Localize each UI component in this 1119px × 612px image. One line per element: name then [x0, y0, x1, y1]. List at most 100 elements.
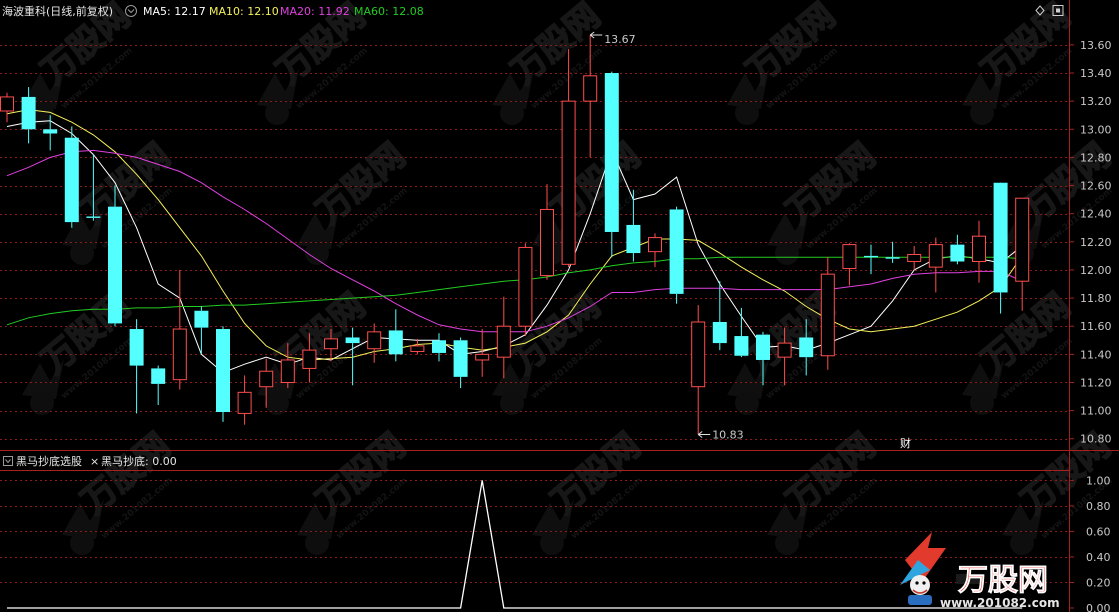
down-candle — [885, 241, 900, 263]
mascot-icon — [900, 532, 946, 605]
candle-body — [972, 235, 986, 263]
candle-body — [367, 331, 382, 350]
up-candle — [518, 243, 533, 337]
candle-body — [194, 310, 209, 328]
candle-body — [129, 329, 144, 366]
indicator-line — [7, 480, 1023, 609]
candle-body — [864, 255, 878, 258]
down-candle — [669, 206, 684, 304]
candle-body — [345, 337, 360, 344]
candle-body — [669, 209, 684, 294]
candle-body — [280, 359, 295, 383]
price-tick-label: 11.20 — [1080, 376, 1112, 389]
candle-body — [475, 353, 490, 361]
indicator-tick-label: 0.20 — [1086, 576, 1111, 589]
candle-body — [561, 100, 576, 265]
watermark-brand-text: 万股网 — [309, 426, 413, 522]
candle-body — [583, 75, 598, 102]
down-candle — [388, 309, 403, 362]
candle-body — [86, 216, 101, 218]
candle-body — [626, 224, 641, 254]
candle-body — [777, 342, 792, 358]
ma20-legend: MA20: 11.92 — [280, 5, 350, 18]
down-candle — [864, 244, 878, 275]
candle-body — [496, 325, 511, 358]
main-header: 海波重科(日线,前复权) MA5: 12.17 MA10: 12.10 MA20… — [2, 4, 1064, 18]
indicator-tick-label: 1.00 — [1086, 474, 1111, 487]
candle-body — [216, 329, 230, 413]
candle-body — [993, 182, 1008, 293]
finance-marker: 财 — [900, 436, 911, 450]
indicator-tick-label: 0.80 — [1086, 500, 1111, 513]
up-candle — [972, 220, 986, 283]
stock-title[interactable]: 海波重科(日线,前复权) — [2, 4, 113, 18]
watermark-brand-text: 万股网 — [544, 426, 648, 522]
indicator-header: 黑马抄底选股 × 黑马抄底: 0.00 — [3, 454, 177, 468]
watermark-tile: 万股网www.201082.com — [257, 0, 374, 125]
candle-body — [108, 206, 122, 324]
indicator-name[interactable]: 黑马抄底选股 — [16, 454, 82, 468]
up-candle — [842, 243, 857, 286]
up-candle — [907, 246, 922, 270]
ma60-legend: MA60: 12.08 — [354, 5, 424, 18]
indicator-tick-label: 0.40 — [1086, 551, 1111, 564]
candle-body — [648, 237, 662, 253]
indicator-tick-label: 0.00 — [1086, 602, 1111, 612]
down-candle — [993, 182, 1008, 314]
candle-body — [410, 345, 425, 353]
candle-body — [302, 349, 317, 369]
candle-body — [324, 338, 338, 350]
candle-body — [64, 137, 79, 223]
candle-body — [518, 246, 533, 327]
candle-body — [237, 391, 252, 414]
indicator-line-layer — [7, 480, 1023, 609]
close-icon[interactable]: × — [90, 455, 99, 468]
brand-logo: 万股网 www.201082.com — [900, 532, 1060, 610]
watermark-tile: 万股网www.201082.com — [22, 0, 139, 125]
watermark-tile: 万股网www.201082.com — [297, 135, 414, 265]
watermark-tile: 万股网www.201082.com — [767, 425, 884, 555]
price-tick-label: 12.20 — [1080, 236, 1112, 249]
price-tick-label: 13.20 — [1080, 95, 1112, 108]
price-tick-label: 11.00 — [1080, 405, 1112, 418]
candle-body — [0, 96, 14, 112]
up-candle — [475, 329, 490, 377]
watermark-brand-text: 万股网 — [34, 286, 138, 382]
candle-body — [21, 96, 36, 130]
candle-body — [540, 208, 554, 277]
watermark-tile: 万股网www.201082.com — [532, 425, 649, 555]
watermark-tile: 万股网www.201082.com — [767, 135, 884, 265]
down-candle — [453, 337, 468, 389]
price-axis: 10.80 11.00 11.20 11.40 11.60 11.80 12.00 12.20… — [1069, 39, 1112, 446]
watermark-brand-text: 万股网 — [544, 136, 648, 232]
price-tick-label: 11.60 — [1080, 320, 1112, 333]
down-candle — [432, 333, 446, 362]
up-candle — [0, 92, 14, 123]
down-candle — [64, 126, 79, 228]
candle-body — [950, 244, 965, 262]
candle-body — [259, 370, 274, 388]
price-tick-label: 13.00 — [1080, 123, 1112, 136]
candle-body — [907, 253, 922, 263]
down-candle — [194, 306, 209, 355]
candle-body — [151, 368, 166, 384]
price-tick-label: 13.60 — [1080, 39, 1112, 52]
watermark-tile: 万股网www.201082.com — [962, 285, 1079, 415]
indicator-value-label: 黑马抄底: 0.00 — [101, 454, 177, 468]
down-candle — [950, 234, 965, 265]
down-candle — [151, 365, 166, 405]
price-tick-label: 11.40 — [1080, 348, 1112, 361]
price-tick-label: 12.60 — [1080, 180, 1112, 193]
candle-body — [799, 337, 814, 358]
chevron-down-icon[interactable] — [125, 5, 137, 17]
watermark-brand-text: 万股网 — [309, 136, 413, 232]
candle-body — [691, 321, 706, 388]
up-candle — [367, 323, 382, 363]
price-tick-label: 12.40 — [1080, 208, 1112, 221]
down-candle — [108, 185, 122, 327]
up-candle — [691, 305, 706, 435]
collapse-square-icon[interactable] — [3, 456, 13, 466]
candle-body — [604, 73, 619, 232]
down-candle — [604, 71, 619, 258]
watermark-pattern: 万股网www.201082.com 万股网www.201082.com 万股网www… — [22, 0, 1119, 555]
